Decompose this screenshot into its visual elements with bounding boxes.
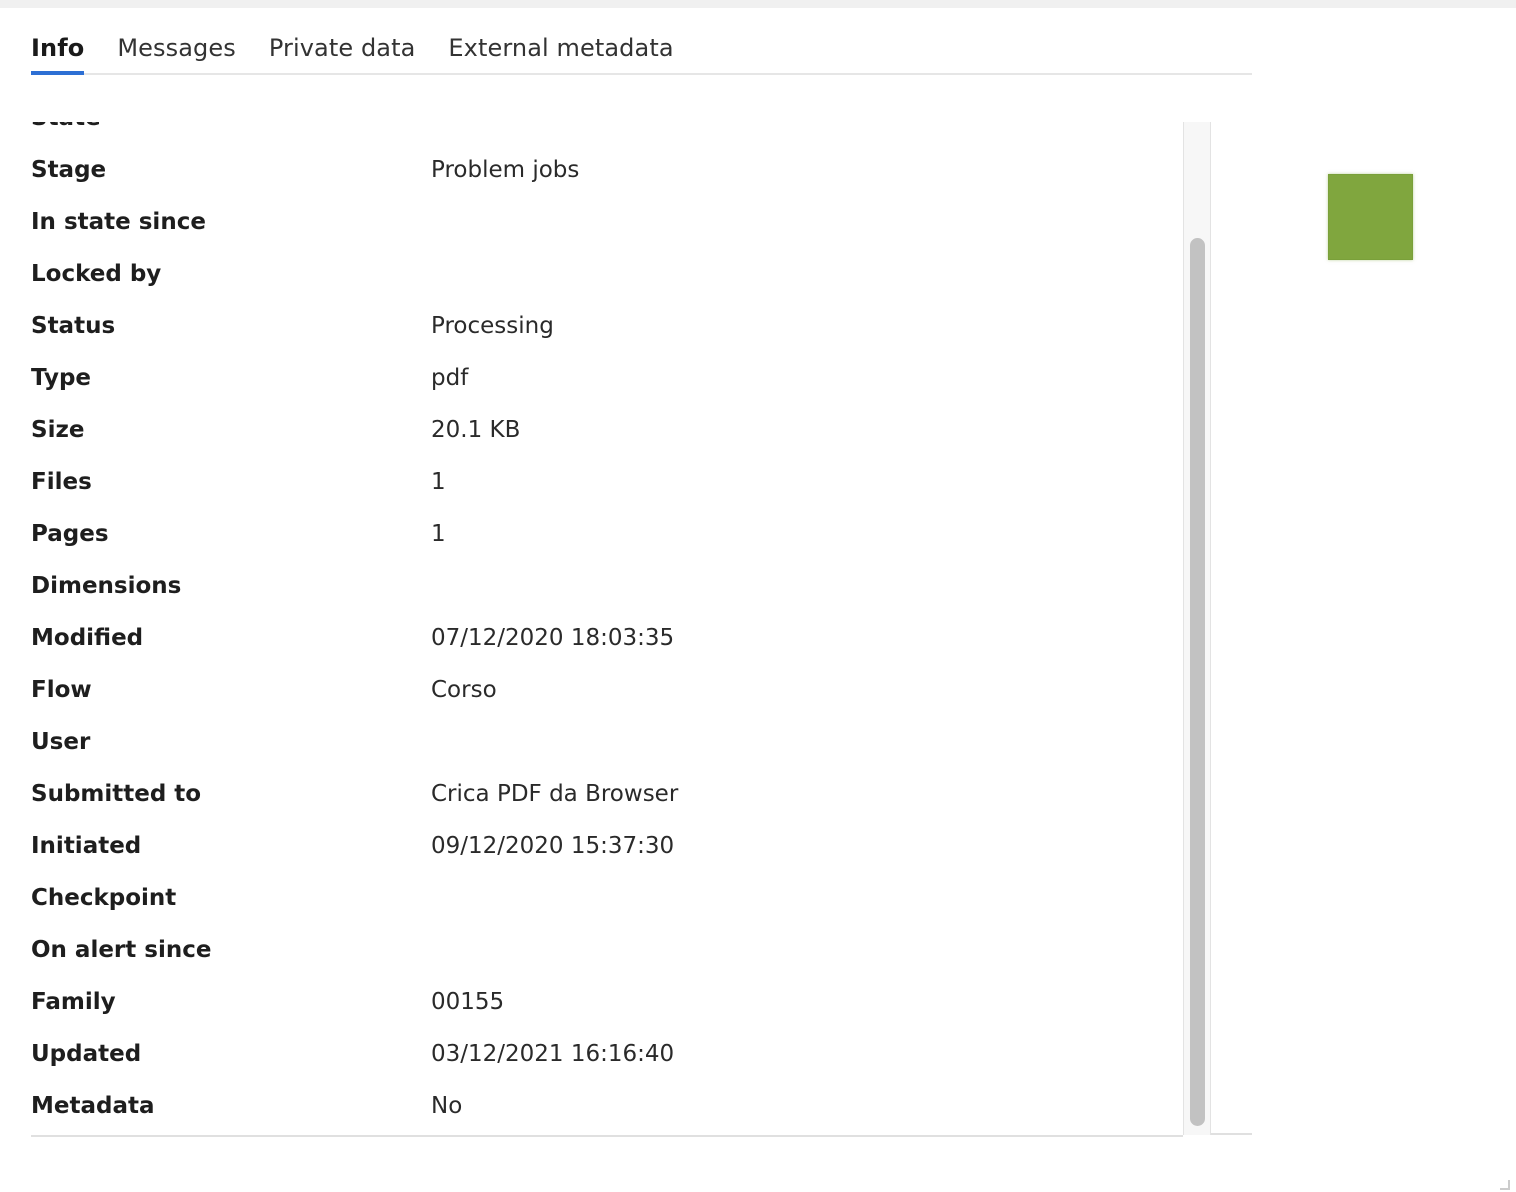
tab-bar: Info Messages Private data External meta… <box>31 22 1252 75</box>
info-row-locked-by: Locked by <box>31 248 1183 300</box>
info-row-type: Type pdf <box>31 352 1183 404</box>
field-label: Size <box>31 417 85 443</box>
info-row-flow: Flow Corso <box>31 664 1183 716</box>
tab-external-metadata[interactable]: External metadata <box>448 22 673 73</box>
field-label: Status <box>31 313 116 339</box>
info-row-files: Files 1 <box>31 456 1183 508</box>
info-panel: State Stage Problem jobs In state since … <box>31 122 1183 1137</box>
field-label: Pages <box>31 521 109 547</box>
field-value: Corso <box>431 677 497 703</box>
field-value: 1 <box>431 521 446 547</box>
field-label: State <box>31 122 431 131</box>
info-row-pages: Pages 1 <box>31 508 1183 560</box>
info-row-status: Status Processing <box>31 300 1183 352</box>
info-row-updated: Updated 03/12/2021 16:16:40 <box>31 1028 1183 1080</box>
vertical-scrollbar[interactable] <box>1183 122 1211 1135</box>
scrollbar-thumb[interactable] <box>1190 238 1205 1126</box>
field-label: Modified <box>31 625 144 651</box>
field-value: pdf <box>431 365 469 391</box>
info-row-state: State <box>31 122 1183 144</box>
info-row-family: Family 00155 <box>31 976 1183 1028</box>
info-row-in-state-since: In state since <box>31 196 1183 248</box>
field-label: Dimensions <box>31 573 182 599</box>
field-label: On alert since <box>31 937 212 963</box>
info-row-modified: Modified 07/12/2020 18:03:35 <box>31 612 1183 664</box>
info-row-submitted-to: Submitted to Crica PDF da Browser <box>31 768 1183 820</box>
field-label: Type <box>31 365 92 391</box>
field-value: 00155 <box>431 989 505 1015</box>
field-value: 1 <box>431 469 446 495</box>
info-row-on-alert-since: On alert since <box>31 924 1183 976</box>
field-value: No <box>431 1093 463 1119</box>
tab-private-data[interactable]: Private data <box>269 22 416 73</box>
field-label: Stage <box>31 157 107 183</box>
field-label: Files <box>31 469 92 495</box>
tab-messages[interactable]: Messages <box>117 22 236 73</box>
field-value: 20.1 KB <box>431 417 521 443</box>
field-value: Crica PDF da Browser <box>431 781 679 807</box>
field-value: Processing <box>431 313 554 339</box>
info-list: State Stage Problem jobs In state since … <box>31 122 1183 1132</box>
info-row-stage: Stage Problem jobs <box>31 144 1183 196</box>
field-label: Family <box>31 989 116 1015</box>
info-row-checkpoint: Checkpoint <box>31 872 1183 924</box>
tab-info[interactable]: Info <box>31 22 85 75</box>
field-label: In state since <box>31 209 206 235</box>
divider <box>1211 1133 1252 1135</box>
field-label: Metadata <box>31 1093 155 1119</box>
field-label: Checkpoint <box>31 885 177 911</box>
field-label: User <box>31 729 91 755</box>
info-row-user: User <box>31 716 1183 768</box>
field-label: Updated <box>31 1041 142 1067</box>
field-value: 07/12/2020 18:03:35 <box>431 625 675 651</box>
field-value: 03/12/2021 16:16:40 <box>431 1041 675 1067</box>
field-label: Flow <box>31 677 92 703</box>
field-label: Initiated <box>31 833 142 859</box>
field-value: Problem jobs <box>431 157 580 183</box>
resize-handle-icon[interactable] <box>1500 1180 1510 1190</box>
field-value: 09/12/2020 15:37:30 <box>431 833 675 859</box>
info-row-initiated: Initiated 09/12/2020 15:37:30 <box>31 820 1183 872</box>
field-label: Locked by <box>31 261 162 287</box>
job-preview-thumbnail[interactable] <box>1328 174 1413 260</box>
info-row-metadata: Metadata No <box>31 1080 1183 1132</box>
field-label: Submitted to <box>31 781 202 807</box>
info-row-dimensions: Dimensions <box>31 560 1183 612</box>
window-top-strip <box>0 0 1516 8</box>
info-row-size: Size 20.1 KB <box>31 404 1183 456</box>
